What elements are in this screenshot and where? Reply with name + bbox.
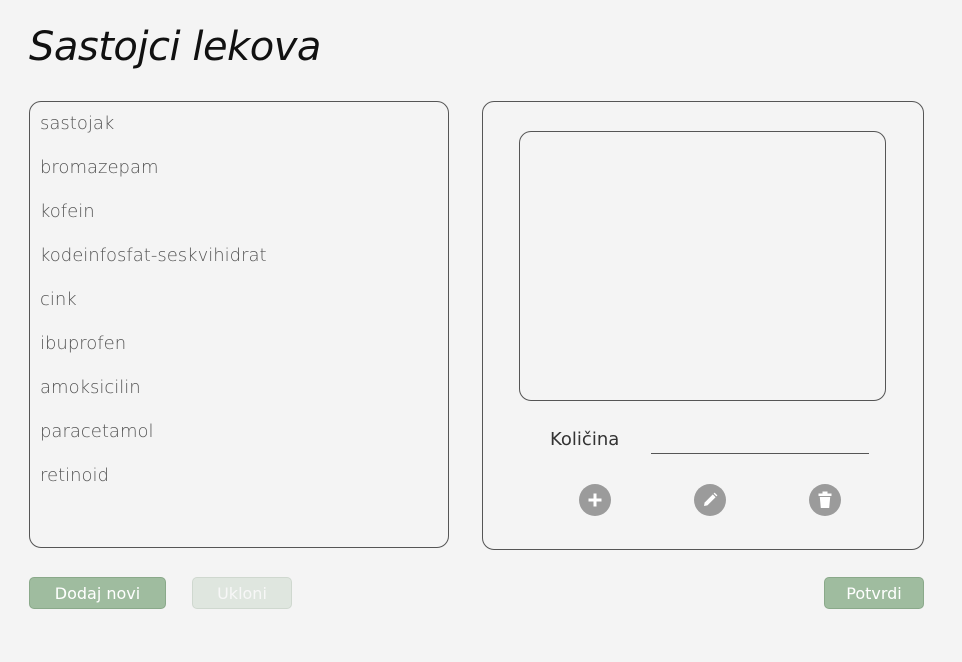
quantity-label: Količina xyxy=(550,429,620,450)
list-item[interactable]: kofein xyxy=(30,190,448,234)
pencil-icon xyxy=(702,492,718,508)
plus-circle-icon xyxy=(587,492,603,508)
list-item[interactable]: cink xyxy=(30,278,448,322)
list-item[interactable]: kodeinfosfat-seskvihidrat xyxy=(30,234,448,278)
quantity-input[interactable] xyxy=(651,430,869,454)
list-item[interactable]: bromazepam xyxy=(30,146,448,190)
list-item[interactable]: ibuprofen xyxy=(30,322,448,366)
add-new-button[interactable]: Dodaj novi xyxy=(29,577,166,609)
add-ingredient-button[interactable] xyxy=(579,484,611,516)
edit-ingredient-button[interactable] xyxy=(694,484,726,516)
confirm-button[interactable]: Potvrdi xyxy=(824,577,924,609)
ingredient-list-panel: sastojak bromazepam kofein kodeinfosfat-… xyxy=(29,101,449,548)
list-item[interactable]: retinoid xyxy=(30,454,448,498)
list-item[interactable]: paracetamol xyxy=(30,410,448,454)
ingredient-image-placeholder xyxy=(519,131,886,401)
list-item[interactable]: amoksicilin xyxy=(30,366,448,410)
delete-ingredient-button[interactable] xyxy=(809,484,841,516)
remove-button[interactable]: Ukloni xyxy=(192,577,292,609)
ingredient-list: sastojak bromazepam kofein kodeinfosfat-… xyxy=(30,102,448,498)
trash-icon xyxy=(817,491,833,509)
page-title: Sastojci lekova xyxy=(29,24,321,70)
list-item[interactable]: sastojak xyxy=(30,102,448,146)
ingredient-detail-panel: Količina xyxy=(482,101,924,550)
